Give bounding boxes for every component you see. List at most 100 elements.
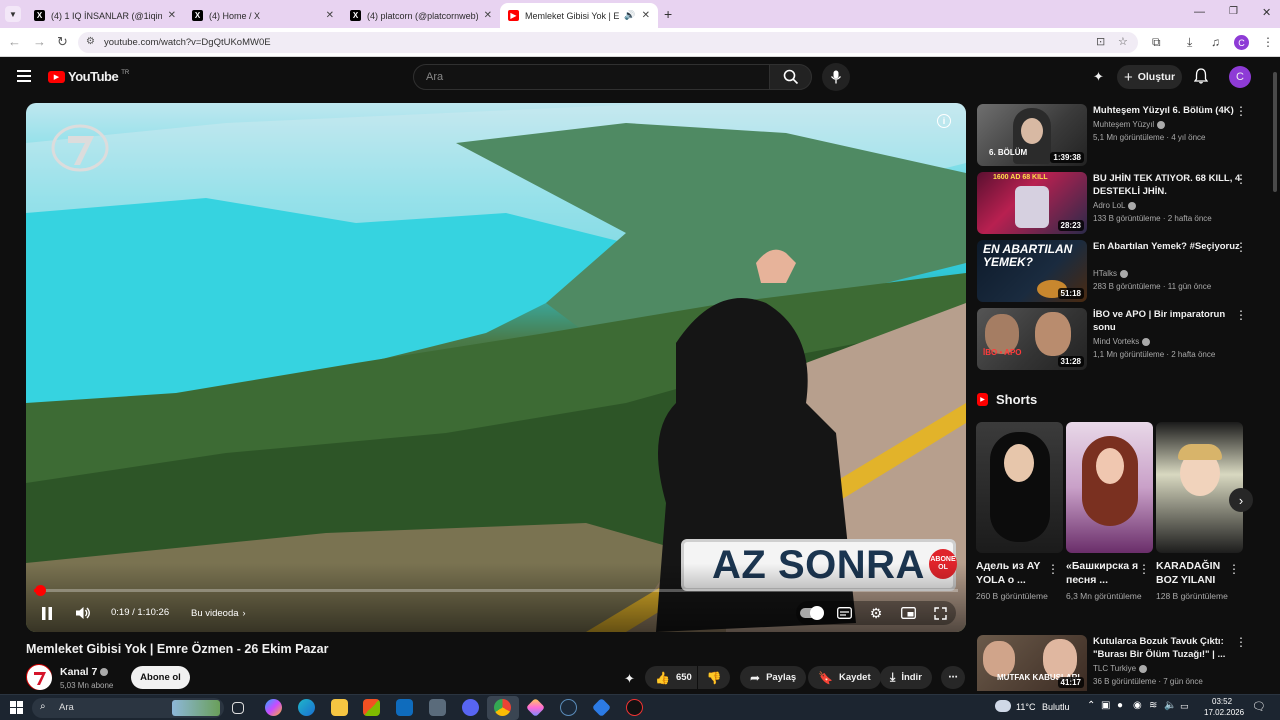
outlook-icon[interactable]: [396, 699, 413, 716]
extensions-icon[interactable]: ⧉: [1152, 35, 1161, 50]
close-tab-icon[interactable]: ✕: [642, 10, 650, 21]
video-thumbnail[interactable]: 1600 AD 68 KILL 28:23: [977, 172, 1087, 234]
more-options-icon[interactable]: ⋮: [1138, 562, 1150, 576]
app-icon[interactable]: [591, 697, 612, 718]
download-button[interactable]: ⤓ İndir: [880, 666, 932, 689]
discord-icon[interactable]: [462, 699, 479, 716]
video-thumbnail[interactable]: 6. BÖLÜM 1:39:38: [977, 104, 1087, 166]
recommended-video[interactable]: 6. BÖLÜM 1:39:38 Muhteşem Yüzyıl 6. Bölü…: [977, 104, 1267, 166]
media-controls-icon[interactable]: ♫: [1211, 35, 1220, 49]
more-options-icon[interactable]: ⋮: [1235, 104, 1247, 118]
create-button[interactable]: + Oluştur: [1117, 65, 1182, 89]
profile-avatar[interactable]: C: [1234, 35, 1249, 50]
downloads-icon[interactable]: ⤓: [1187, 35, 1192, 50]
page-scrollbar[interactable]: [1271, 62, 1278, 690]
progress-bar[interactable]: [34, 585, 958, 596]
channel-avatar[interactable]: [26, 664, 52, 690]
close-tab-icon[interactable]: ✕: [168, 10, 176, 21]
address-bar[interactable]: ⚙ youtube.com/watch?v=DgQtUKoMW0E ⊡ ☆: [78, 32, 1138, 53]
reload-icon[interactable]: ↻: [57, 34, 68, 50]
chevron-up-icon[interactable]: ⌃: [1087, 700, 1095, 711]
clock-time[interactable]: 03:52: [1212, 697, 1232, 706]
recommended-video[interactable]: 1600 AD 68 KILL 28:23 BU JHİN TEK ATIYOR…: [977, 172, 1267, 234]
hamburger-menu-icon[interactable]: [17, 70, 31, 82]
chrome-icon[interactable]: [494, 699, 511, 716]
short-thumbnail[interactable]: [1156, 422, 1243, 553]
microsoft-store-icon[interactable]: [363, 699, 380, 716]
more-options-icon[interactable]: ⋮: [1228, 562, 1240, 576]
scrollbar-thumb[interactable]: [1273, 72, 1277, 192]
wifi-icon[interactable]: ≋: [1149, 700, 1157, 711]
steam-icon[interactable]: [560, 699, 577, 716]
browser-tab[interactable]: X (4) platcorn (@platcornweb) / X ✕: [342, 3, 500, 28]
voice-search-button[interactable]: [822, 63, 850, 91]
more-options-icon[interactable]: ⋮: [1235, 635, 1247, 649]
back-arrow-icon[interactable]: ←: [8, 34, 21, 49]
subscribe-button[interactable]: Abone ol: [131, 666, 190, 689]
more-options-icon[interactable]: ⋮: [1047, 562, 1059, 576]
file-explorer-icon[interactable]: [331, 699, 348, 716]
subtitles-icon[interactable]: [836, 606, 852, 620]
shorts-next-button[interactable]: ›: [1229, 488, 1253, 512]
search-button[interactable]: [769, 64, 812, 90]
save-button[interactable]: 🔖 Kaydet: [808, 666, 881, 689]
premium-icon[interactable]: ✦: [1093, 69, 1104, 85]
taskbar-search-box[interactable]: ⌕ Ara: [32, 698, 224, 718]
more-options-icon[interactable]: ⋮: [1235, 172, 1247, 186]
minimize-window-button[interactable]: —: [1194, 6, 1205, 18]
premium-sparkle-icon[interactable]: ✦: [624, 671, 635, 687]
notification-center-icon[interactable]: 🗨: [1252, 700, 1266, 713]
video-thumbnail[interactable]: İBO • APO 31:28: [977, 308, 1087, 370]
browser-menu-icon[interactable]: ⋮: [1262, 35, 1274, 49]
like-button[interactable]: 👍 650: [645, 666, 697, 689]
fullscreen-icon[interactable]: [932, 606, 948, 620]
close-window-button[interactable]: ✕: [1262, 6, 1271, 19]
battery-icon[interactable]: ▭: [1180, 701, 1189, 712]
recommended-video[interactable]: EN ABARTILAN YEMEK? 51:18 En Abartılan Y…: [977, 240, 1267, 302]
weather-icon[interactable]: [995, 700, 1011, 712]
chapter-button[interactable]: Bu videoda ›: [191, 603, 246, 623]
tray-app-icon[interactable]: ◉: [1133, 700, 1142, 711]
speaker-icon[interactable]: 🔊: [624, 10, 635, 21]
bookmark-star-icon[interactable]: ☆: [1118, 35, 1128, 48]
youtube-logo[interactable]: ▶ YouTube TR: [48, 69, 129, 84]
short-thumbnail[interactable]: [1066, 422, 1153, 553]
clock-date[interactable]: 17.02.2026: [1204, 708, 1244, 717]
close-tab-icon[interactable]: ✕: [484, 10, 492, 21]
tab-list-dropdown[interactable]: ▼: [5, 6, 21, 22]
restore-window-button[interactable]: ❐: [1229, 6, 1238, 17]
edge-browser-icon[interactable]: [298, 699, 315, 716]
browser-tab[interactable]: X (4) 1 IQ İNSANLAR (@1iqinsanl ✕: [26, 3, 184, 28]
miniplayer-icon[interactable]: [900, 606, 916, 620]
app-icon[interactable]: [525, 697, 546, 718]
copilot-icon[interactable]: [265, 699, 282, 716]
site-info-icon[interactable]: ⚙: [86, 36, 95, 47]
windows-start-icon[interactable]: [10, 701, 23, 714]
app-icon[interactable]: [429, 699, 446, 716]
video-thumbnail[interactable]: MUTFAK KABUSLARI 41:17: [977, 635, 1087, 691]
tray-app-icon[interactable]: ▣: [1101, 700, 1110, 711]
channel-name[interactable]: Kanal 7: [60, 666, 109, 678]
settings-gear-icon[interactable]: ⚙: [868, 605, 884, 621]
pause-button[interactable]: [34, 603, 60, 623]
tray-app-icon[interactable]: ●: [1117, 700, 1123, 711]
speaker-icon[interactable]: 🔈: [1164, 700, 1176, 711]
account-avatar[interactable]: C: [1229, 66, 1251, 88]
share-button[interactable]: ➦ Paylaş: [740, 666, 807, 689]
video-player[interactable]: i AZ SONRA ABONE OL 0:19 / 1:10:26 Bu vi…: [26, 103, 966, 632]
more-actions-button[interactable]: ⋯: [941, 666, 965, 689]
browser-tab-active[interactable]: ▶ Memleket Gibisi Yok | Emre 🔊 ✕: [500, 3, 658, 28]
info-icon[interactable]: i: [937, 114, 951, 128]
video-thumbnail[interactable]: EN ABARTILAN YEMEK? 51:18: [977, 240, 1087, 302]
autoplay-toggle[interactable]: [800, 606, 824, 620]
mute-button[interactable]: [70, 603, 96, 623]
recommended-video[interactable]: İBO • APO 31:28 İBO ve APO | Bir imparat…: [977, 308, 1267, 370]
more-options-icon[interactable]: ⋮: [1235, 308, 1247, 322]
forward-arrow-icon[interactable]: →: [33, 34, 46, 49]
progress-scrubber-handle[interactable]: [35, 585, 46, 596]
recommended-video[interactable]: MUTFAK KABUSLARI 41:17 Kutularca Bozuk T…: [977, 635, 1267, 691]
search-input[interactable]: Ara: [413, 64, 770, 90]
new-tab-button[interactable]: +: [664, 6, 672, 22]
more-options-icon[interactable]: ⋮: [1235, 240, 1247, 254]
dislike-button[interactable]: 👎: [698, 666, 730, 689]
